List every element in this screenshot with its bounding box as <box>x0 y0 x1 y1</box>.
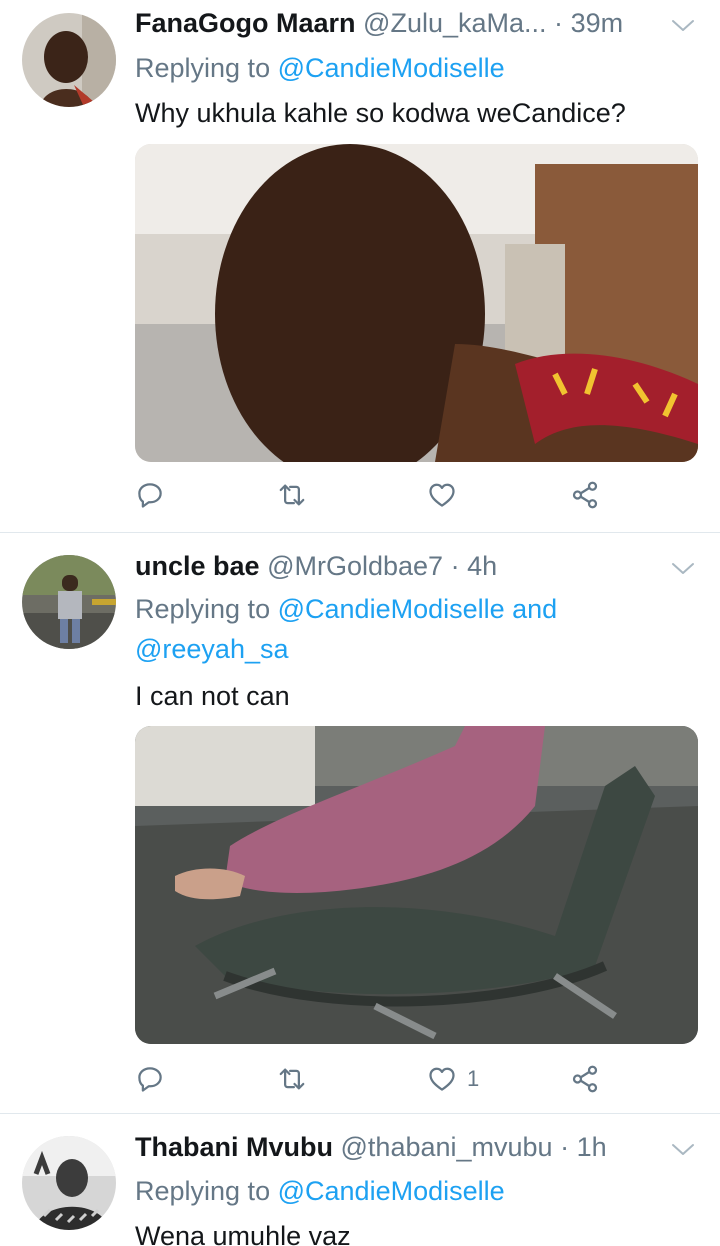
retweet-icon <box>277 1064 307 1094</box>
replying-label: Replying to <box>135 1176 271 1206</box>
retweet-button[interactable] <box>277 1062 307 1096</box>
tweet-photo[interactable] <box>135 144 698 462</box>
reply-icon <box>135 1064 165 1094</box>
user-handle[interactable]: @thabani_mvubu <box>341 1132 553 1162</box>
share-icon <box>570 480 600 510</box>
avatar[interactable] <box>22 1136 116 1230</box>
like-icon <box>427 1064 457 1094</box>
display-name[interactable]: uncle bae <box>135 551 260 581</box>
tweet[interactable]: Thabani Mvubu @thabani_mvubu · 1h Replyi… <box>0 1114 720 1246</box>
chevron-down-icon[interactable] <box>670 559 696 579</box>
tweet-text: Wena umuhle vaz <box>135 1221 351 1246</box>
like-button[interactable]: 1 <box>427 1062 479 1096</box>
tweet-text: I can not can <box>135 681 290 711</box>
mention-link[interactable]: @reeyah_sa <box>135 634 289 664</box>
tweet-text: Why ukhula kahle so kodwa weCandice? <box>135 98 626 128</box>
reply-button[interactable] <box>135 478 165 512</box>
avatar[interactable] <box>22 13 116 107</box>
display-name[interactable]: Thabani Mvubu <box>135 1132 333 1162</box>
share-button[interactable] <box>570 1062 600 1096</box>
retweet-icon <box>277 480 307 510</box>
replying-to: Replying to @CandieModiselle <box>135 1171 675 1211</box>
user-handle[interactable]: @MrGoldbae7 <box>267 551 443 581</box>
replying-to: Replying to @CandieModiselle and @reeyah… <box>135 589 675 669</box>
tweet-photo[interactable] <box>135 726 698 1044</box>
separator-dot: · <box>554 8 564 38</box>
replying-label: Replying to <box>135 53 271 83</box>
user-handle[interactable]: @Zulu_kaMa... <box>363 8 546 38</box>
avatar[interactable] <box>22 555 116 649</box>
mention-link[interactable]: @CandieModiselle and <box>278 594 558 624</box>
separator-dot: · <box>450 551 460 581</box>
chevron-down-icon[interactable] <box>670 16 696 36</box>
timestamp[interactable]: 39m <box>571 8 624 38</box>
reply-icon <box>135 480 165 510</box>
chevron-down-icon[interactable] <box>670 1140 696 1160</box>
tweet[interactable]: uncle bae @MrGoldbae7 · 4h Replying to @… <box>0 533 720 1114</box>
like-icon <box>427 480 457 510</box>
display-name[interactable]: FanaGogo Maarn <box>135 8 356 38</box>
like-count: 1 <box>467 1066 480 1091</box>
replying-to: Replying to @CandieModiselle <box>135 48 675 88</box>
like-button[interactable] <box>427 478 467 512</box>
separator-dot: · <box>560 1132 570 1162</box>
timestamp[interactable]: 4h <box>467 551 497 581</box>
reply-button[interactable] <box>135 1062 165 1096</box>
tweet[interactable]: FanaGogo Maarn @Zulu_kaMa... · 39m Reply… <box>0 0 720 533</box>
mention-link[interactable]: @CandieModiselle <box>278 1176 505 1206</box>
replying-label: Replying to <box>135 594 271 624</box>
retweet-button[interactable] <box>277 478 307 512</box>
share-button[interactable] <box>570 478 600 512</box>
mention-link[interactable]: @CandieModiselle <box>278 53 505 83</box>
share-icon <box>570 1064 600 1094</box>
timestamp[interactable]: 1h <box>577 1132 607 1162</box>
